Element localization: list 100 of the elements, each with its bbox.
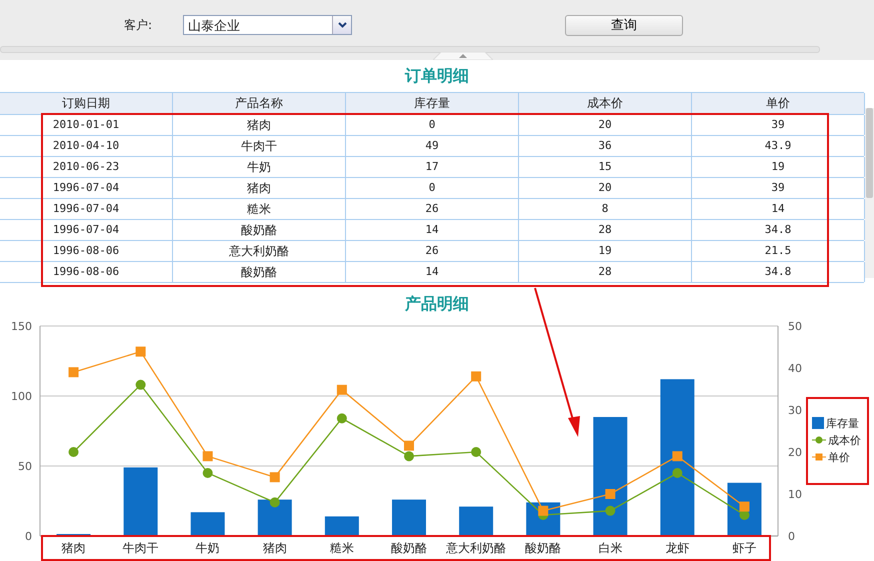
point-marker bbox=[202, 468, 213, 478]
table-cell: 猪肉 bbox=[173, 178, 346, 198]
table-cell: 0 bbox=[346, 178, 519, 198]
legend-label: 单价 bbox=[828, 450, 850, 464]
point-marker bbox=[404, 440, 414, 451]
table-cell: 14 bbox=[346, 262, 519, 282]
category-label: 猪肉 bbox=[62, 541, 86, 555]
chevron-down-icon bbox=[338, 22, 346, 28]
bar bbox=[124, 467, 158, 536]
point-marker bbox=[605, 506, 616, 516]
customer-label: 客户: bbox=[124, 16, 154, 34]
table-cell: 1996-07-04 bbox=[0, 220, 173, 240]
column-header[interactable]: 订购日期 bbox=[0, 93, 173, 114]
y-tick-label: 0 bbox=[788, 530, 795, 543]
bar bbox=[392, 500, 426, 536]
legend-marker-icon bbox=[812, 436, 826, 444]
y-tick-label: 40 bbox=[788, 362, 802, 375]
y-tick-label: 0 bbox=[25, 530, 32, 543]
point-marker bbox=[68, 367, 79, 378]
bar bbox=[190, 512, 225, 536]
splitter-handle-icon[interactable] bbox=[433, 52, 493, 60]
customer-select[interactable]: 山泰企业 bbox=[183, 15, 352, 35]
legend-marker-icon bbox=[812, 453, 826, 461]
point-marker bbox=[336, 413, 347, 424]
table-cell: 20 bbox=[519, 178, 692, 198]
table-cell: 2010-01-01 bbox=[0, 115, 173, 135]
table-cell: 26 bbox=[346, 199, 519, 219]
point-marker bbox=[739, 502, 750, 512]
table-cell: 8 bbox=[519, 199, 692, 219]
category-label: 酸奶酪 bbox=[525, 541, 562, 555]
table-cell: 19 bbox=[519, 241, 692, 261]
y-tick-label: 50 bbox=[788, 320, 802, 333]
category-label: 牛肉干 bbox=[122, 541, 159, 555]
table-cell: 1996-08-06 bbox=[0, 262, 173, 282]
category-label: 龙虾 bbox=[665, 541, 690, 555]
table-cell: 意大利奶酪 bbox=[173, 241, 346, 261]
table-cell: 猪肉 bbox=[173, 115, 346, 135]
table-cell: 2010-06-23 bbox=[0, 157, 173, 177]
column-header[interactable]: 库存量 bbox=[346, 93, 519, 114]
table-cell: 14 bbox=[346, 220, 519, 240]
table-cell: 2010-04-10 bbox=[0, 136, 173, 156]
table-cell: 酸奶酪 bbox=[173, 262, 346, 282]
point-marker bbox=[336, 384, 347, 395]
point-marker bbox=[202, 451, 213, 462]
table-cell: 1996-07-04 bbox=[0, 178, 173, 198]
category-label: 猪肉 bbox=[262, 541, 287, 555]
y-tick-label: 20 bbox=[788, 446, 802, 459]
bar bbox=[258, 500, 292, 536]
table-cell: 酸奶酪 bbox=[173, 220, 346, 240]
point-marker bbox=[538, 506, 548, 516]
point-marker bbox=[471, 447, 482, 457]
table-cell: 20 bbox=[519, 115, 692, 135]
category-label: 糙米 bbox=[330, 541, 354, 555]
y-tick-label: 150 bbox=[11, 320, 32, 333]
point-marker bbox=[270, 497, 280, 508]
table-cell: 牛奶 bbox=[173, 157, 346, 177]
table-cell: 糙米 bbox=[173, 199, 346, 219]
table-cell: 1996-08-06 bbox=[0, 241, 173, 261]
table-cell: 15 bbox=[519, 157, 692, 177]
point-marker bbox=[136, 380, 146, 390]
column-header[interactable]: 成本价 bbox=[519, 93, 692, 114]
point-marker bbox=[270, 472, 280, 482]
right-axis: 0 10 20 30 40 50 bbox=[778, 320, 802, 543]
category-label: 虾子 bbox=[732, 541, 756, 555]
category-label: 牛奶 bbox=[196, 541, 220, 555]
orders-title: 订单明细 bbox=[404, 65, 470, 87]
point-marker bbox=[605, 489, 616, 499]
point-marker bbox=[672, 468, 682, 478]
bar bbox=[459, 506, 494, 536]
point-marker bbox=[404, 451, 414, 462]
table-cell: 牛肉干 bbox=[173, 136, 346, 156]
y-tick-label: 50 bbox=[18, 460, 32, 473]
category-label: 白米 bbox=[598, 541, 622, 555]
y-tick-label: 100 bbox=[11, 390, 32, 403]
splitter-bar[interactable] bbox=[0, 46, 820, 53]
point-marker bbox=[471, 371, 482, 382]
table-cell: 26 bbox=[346, 241, 519, 261]
table-cell: 28 bbox=[519, 220, 692, 240]
bar bbox=[324, 516, 359, 536]
table-cell: 28 bbox=[519, 262, 692, 282]
table-cell: 1996-07-04 bbox=[0, 199, 173, 219]
category-label: 意大利奶酪 bbox=[446, 541, 506, 555]
point-marker bbox=[136, 346, 146, 357]
legend-swatch-icon bbox=[812, 417, 824, 429]
y-tick-label: 10 bbox=[788, 488, 802, 501]
point-marker bbox=[68, 447, 79, 457]
table-cell: 49 bbox=[346, 136, 519, 156]
column-header[interactable]: 产品名称 bbox=[173, 93, 346, 114]
point-marker bbox=[672, 451, 682, 462]
table-cell: 0 bbox=[346, 115, 519, 135]
products-title: 产品明细 bbox=[404, 293, 470, 315]
left-axis: 0 50 100 150 bbox=[11, 320, 40, 543]
table-cell: 17 bbox=[346, 157, 519, 177]
y-tick-label: 30 bbox=[788, 404, 802, 417]
table-cell: 36 bbox=[519, 136, 692, 156]
category-label: 酸奶酪 bbox=[391, 541, 427, 555]
legend-label: 库存量 bbox=[826, 416, 859, 430]
legend-label: 成本价 bbox=[828, 432, 861, 448]
scrollbar[interactable] bbox=[865, 108, 874, 278]
query-button[interactable]: 查询 bbox=[565, 14, 683, 36]
